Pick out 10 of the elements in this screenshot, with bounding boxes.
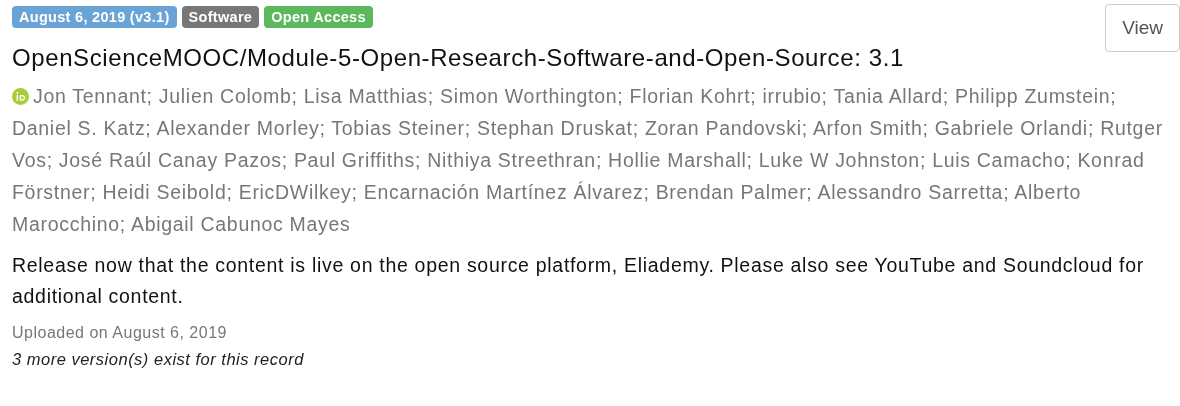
upload-date: Uploaded on August 6, 2019 (12, 324, 228, 342)
author-list: Daniel S. Katz; Alexander Morley; Tobias Steiner; Stephan Druskat; Zoran Pandovski; Arfon Smith; Gabriele Orlandi; Rutger Vos; José Raúl Canay Pazos; Paul Griffiths; Nithiya Streethran; Hollie Marshall; Luke W Johnston; Luis Camacho; Konrad Förstner; Heidi Seibold; EricDWilkey; Encarnación Martínez Álvarez; Brendan Palmer; Alessandro Sarretta; Alberto Marocchino; Abigail Cabunoc Mayes (12, 112, 1168, 240)
view-button[interactable]: View (1105, 4, 1180, 52)
label-badge: Software (181, 6, 260, 28)
versions-note: 3 more version(s) exist for this record (12, 350, 305, 369)
author-list: Jon Tennant; Julien Colomb; Lisa Matthias; Simon Worthington; Florian Kohrt; irrubio; Tania Allard; Philipp Zumstein; (33, 80, 1117, 112)
label-badge: August 6, 2019 (v3.1) (12, 6, 177, 28)
label-badge: Open Access (264, 6, 373, 28)
record-description: Release now that the content is live on the open source platform, Eliademy. Please also see YouTube and Soundcloud for additional content. (12, 253, 1145, 309)
orcid-icon (12, 87, 29, 105)
